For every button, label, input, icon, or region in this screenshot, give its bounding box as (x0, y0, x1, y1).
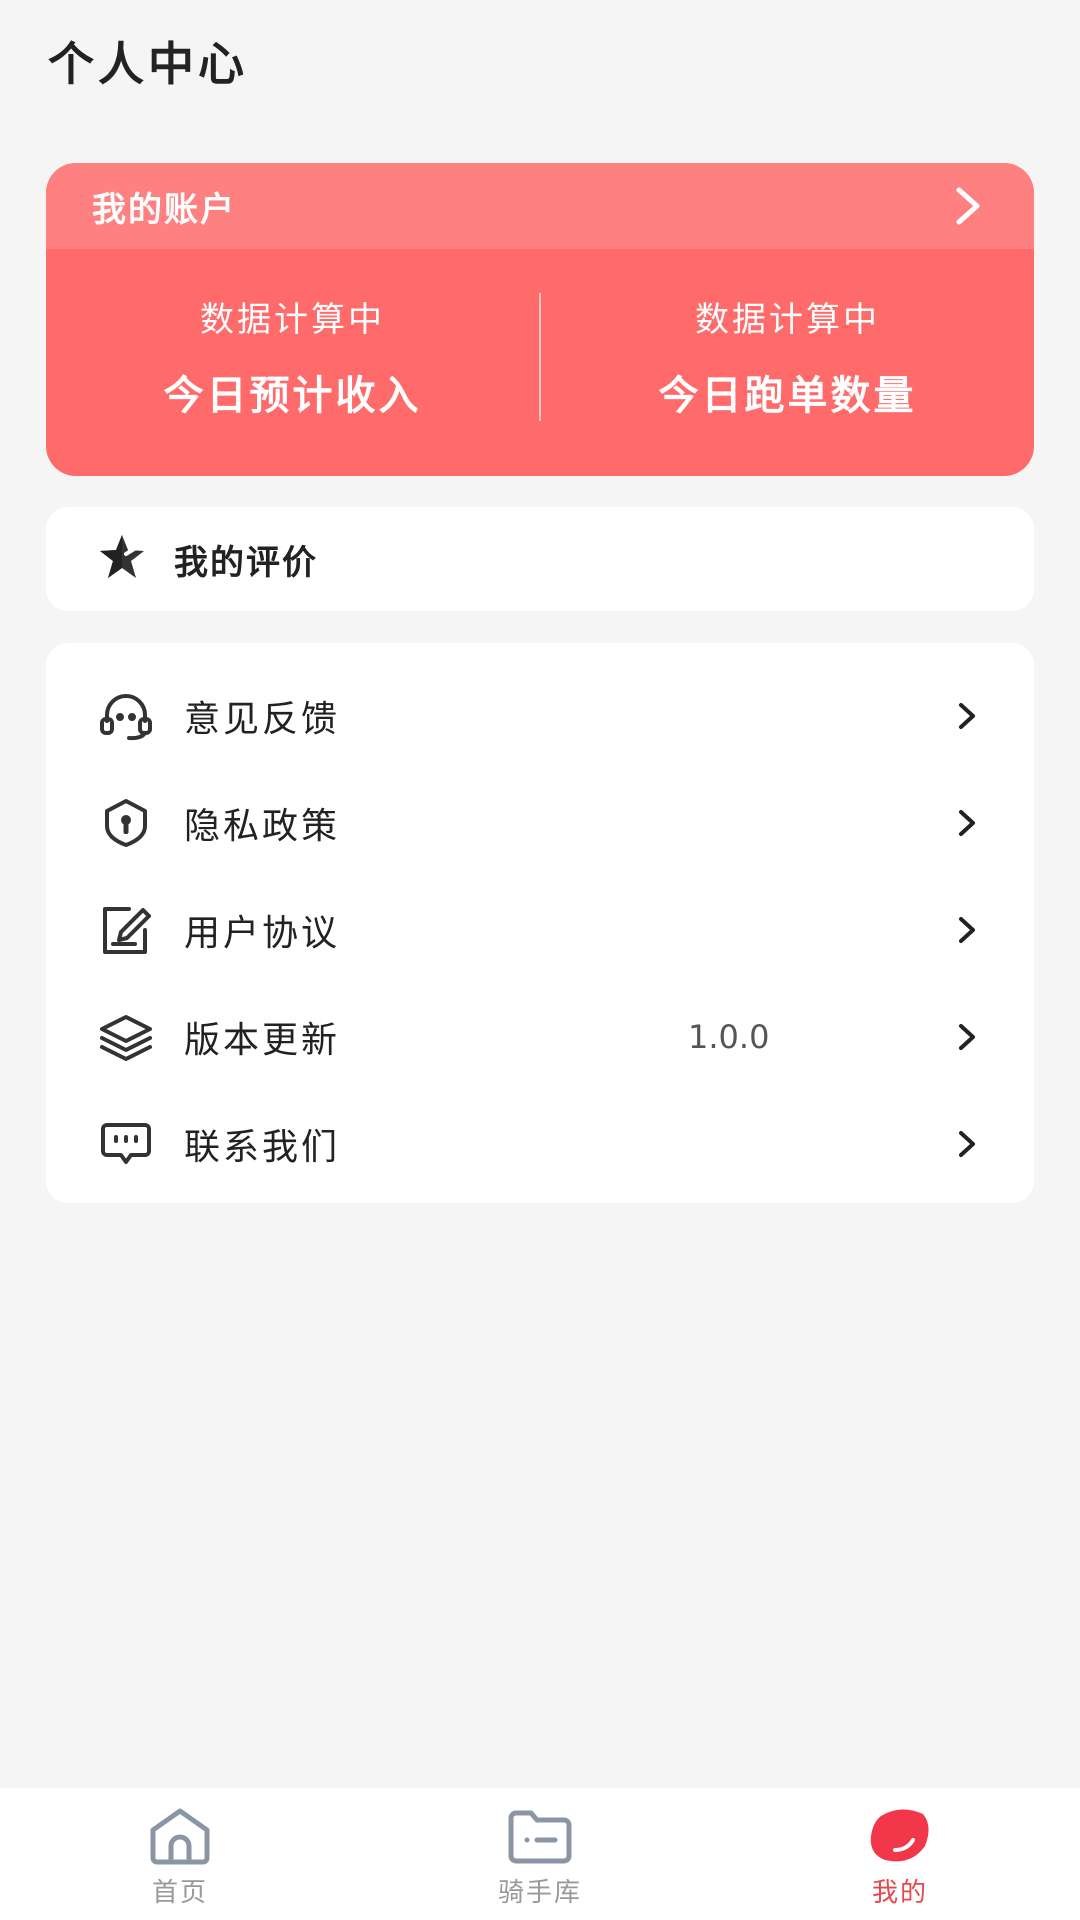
nav-label: 骑手库 (497, 1878, 582, 1908)
folder-icon (505, 1806, 575, 1866)
menu-item-label: 隐私政策 (184, 805, 341, 847)
nav-label: 首页 (151, 1878, 208, 1908)
nav-label: 我的 (871, 1878, 928, 1908)
menu-item-label: 用户协议 (184, 912, 341, 954)
stat-today-orders: 数据计算中 今日跑单数量 (541, 292, 1034, 421)
chevron-right-icon (958, 702, 976, 730)
account-header-label: 我的账户 (92, 189, 236, 230)
stat-label: 今日预计收入 (163, 373, 422, 419)
menu-item-label: 版本更新 (184, 1019, 341, 1061)
menu-item-version-update[interactable]: 版本更新 1.0.0 (46, 983, 1034, 1090)
menu-item-user-agreement[interactable]: 用户协议 (46, 876, 1034, 983)
chevron-right-icon (958, 1023, 976, 1051)
status-bar (0, 0, 1080, 14)
version-number: 1.0.0 (688, 1017, 770, 1056)
stat-value: 数据计算中 (695, 300, 880, 340)
menu-item-label: 联系我们 (184, 1126, 341, 1168)
bottom-nav: 首页 骑手库 我的 (0, 1788, 1080, 1920)
menu-item-label: 意见反馈 (184, 698, 341, 740)
stat-today-income: 数据计算中 今日预计收入 (46, 292, 539, 421)
stat-value: 数据计算中 (200, 300, 385, 340)
chat-icon (98, 1116, 154, 1172)
chevron-right-icon (958, 809, 976, 837)
star-icon (96, 532, 148, 586)
settings-menu: 意见反馈 隐私政策 用户协议 版本更新 1.0.0 联系我们 (46, 643, 1034, 1203)
menu-item-privacy[interactable]: 隐私政策 (46, 769, 1034, 876)
account-stats: 数据计算中 今日预计收入 数据计算中 今日跑单数量 (46, 249, 1034, 476)
chevron-right-icon (958, 1130, 976, 1158)
menu-item-contact-us[interactable]: 联系我们 (46, 1090, 1034, 1197)
stat-label: 今日跑单数量 (658, 373, 917, 419)
chevron-right-icon (954, 186, 982, 226)
my-review-button[interactable]: 我的评价 (46, 507, 1034, 611)
shield-lock-icon (98, 795, 154, 851)
my-review-label: 我的评价 (174, 542, 318, 583)
profile-icon (867, 1806, 933, 1866)
page-title: 个人中心 (48, 37, 248, 91)
menu-item-feedback[interactable]: 意见反馈 (46, 662, 1034, 769)
layers-icon (98, 1009, 154, 1065)
nav-tab-rider-pool[interactable]: 骑手库 (360, 1788, 720, 1920)
chevron-right-icon (958, 916, 976, 944)
account-header[interactable]: 我的账户 (46, 163, 1034, 249)
headset-icon (98, 688, 154, 744)
nav-tab-home[interactable]: 首页 (0, 1788, 360, 1920)
account-card: 我的账户 数据计算中 今日预计收入 数据计算中 今日跑单数量 (46, 163, 1034, 476)
edit-document-icon (98, 902, 154, 958)
nav-tab-mine[interactable]: 我的 (720, 1788, 1080, 1920)
home-icon (147, 1806, 213, 1866)
